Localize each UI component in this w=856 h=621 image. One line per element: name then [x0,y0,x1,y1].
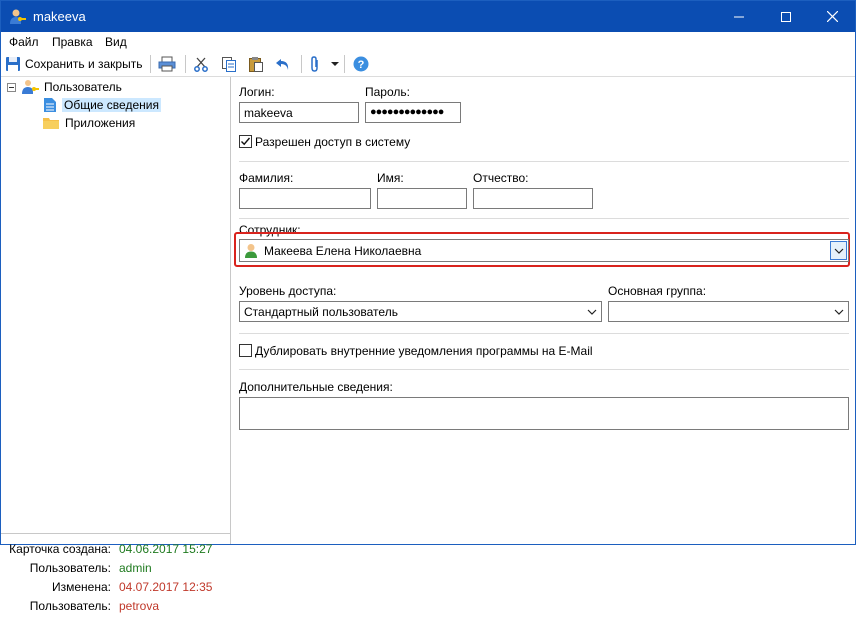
login-label: Логин: [239,85,275,99]
maximize-button[interactable] [763,1,809,32]
divider [239,218,849,219]
scissors-icon [194,57,208,72]
cut-button[interactable] [193,54,209,74]
patronymic-label: Отчество: [473,171,529,185]
floppy-disk-icon [6,57,20,71]
undo-button[interactable] [275,54,291,74]
duplicate-email-checkbox[interactable] [239,344,252,357]
info-created-user: Пользователь: admin [1,561,230,579]
paste-button[interactable] [248,54,264,74]
close-icon [826,11,838,22]
print-button[interactable] [158,54,176,74]
copy-icon [222,57,236,72]
toolbar-separator [185,55,186,73]
chevron-down-icon [834,248,843,254]
card-info: Карточка создана: 04.06.2017 15:27 Польз… [1,533,230,621]
access-checkbox[interactable] [239,135,252,148]
access-level-value: Стандартный пользователь [244,305,398,319]
collapse-icon[interactable] [7,82,16,92]
clipboard-icon [249,57,263,72]
tree-item-label: Приложения [65,116,136,130]
chevron-down-icon [834,309,843,315]
employee-select[interactable]: Макеева Елена Николаевна [239,239,849,262]
help-button[interactable]: ? [353,54,369,74]
info-label: Изменена: [52,580,111,594]
main-group-label: Основная группа: [608,284,707,298]
toolbar: Сохранить и закрыть ? [1,52,855,77]
tree-root-label: Пользователь [44,80,122,94]
copy-button[interactable] [221,54,237,74]
attach-dropdown-button[interactable] [331,54,339,74]
toolbar-separator [344,55,345,73]
chevron-down-icon [587,309,596,315]
paperclip-icon [311,56,318,72]
navigation-pane: Пользователь Общие сведения Приложения К… [1,77,231,613]
divider [239,161,849,162]
document-icon [44,98,56,112]
info-label: Карточка создана: [9,542,111,556]
info-label: Пользователь: [29,599,111,613]
attach-button[interactable] [309,54,321,74]
firstname-label: Имя: [377,171,404,185]
folder-icon [43,118,59,129]
maximize-icon [781,11,791,22]
divider [239,333,849,334]
app-window: makeeva Файл Правка Вид Сохранить и закр… [0,0,856,613]
tree-root[interactable]: Пользователь [7,78,124,96]
printer-icon [158,56,176,72]
access-level-label: Уровень доступа: [239,284,337,298]
form-pane: Логин: Пароль: ●●●●●●●●●●●●● Разрешен до… [231,77,855,544]
duplicate-email-label[interactable]: Дублировать внутренние уведомления прогр… [255,344,593,358]
user-key-icon [22,80,39,94]
undo-icon [276,59,289,70]
toolbar-separator [301,55,302,73]
menu-file[interactable]: Файл [9,35,39,49]
svg-text:?: ? [358,59,365,71]
info-changed-user: Пользователь: petrova [1,599,230,617]
minimize-icon [734,16,744,17]
toolbar-separator [150,55,151,73]
info-value: petrova [119,599,160,613]
save-close-button[interactable]: Сохранить и закрыть [5,54,142,74]
lastname-label: Фамилия: [239,171,294,185]
password-input[interactable]: ●●●●●●●●●●●●● [365,102,461,123]
checkmark-icon [241,137,251,146]
employee-dropdown-button[interactable] [830,241,847,260]
window-title: makeeva [33,9,86,24]
firstname-input[interactable] [377,188,467,209]
chevron-down-icon [331,62,339,66]
access-level-select[interactable]: Стандартный пользователь [239,301,602,322]
additional-info-label: Дополнительные сведения: [239,380,393,394]
info-value: admin [119,561,152,575]
tree-item-apps[interactable]: Приложения [43,114,137,132]
minimize-button[interactable] [716,1,762,32]
menu-edit[interactable]: Правка [52,35,93,49]
tree-item-general[interactable]: Общие сведения [43,96,161,114]
access-checkbox-label[interactable]: Разрешен доступ в систему [255,135,410,149]
lastname-input[interactable] [239,188,371,209]
divider [239,369,849,370]
patronymic-input[interactable] [473,188,593,209]
tree-item-label: Общие сведения [62,98,161,112]
menu-bar: Файл Правка Вид [1,32,855,52]
save-close-label: Сохранить и закрыть [25,57,143,71]
login-input[interactable] [239,102,359,123]
user-key-icon [10,9,26,24]
main-group-dropdown-button[interactable] [831,304,846,319]
employee-value: Макеева Елена Николаевна [264,244,422,258]
close-button[interactable] [809,1,855,32]
menu-view[interactable]: Вид [105,35,127,49]
info-value: 04.07.2017 12:35 [119,580,213,594]
additional-info-textarea[interactable] [239,397,849,430]
access-level-dropdown-button[interactable] [584,304,599,319]
info-label: Пользователь: [29,561,111,575]
main-group-select[interactable] [608,301,849,322]
info-changed: Изменена: 04.07.2017 12:35 [1,580,230,598]
title-bar: makeeva [1,1,855,32]
password-label: Пароль: [365,85,410,99]
employee-icon [245,244,257,258]
info-value: 04.06.2017 15:27 [119,542,213,556]
help-icon: ? [353,56,369,72]
